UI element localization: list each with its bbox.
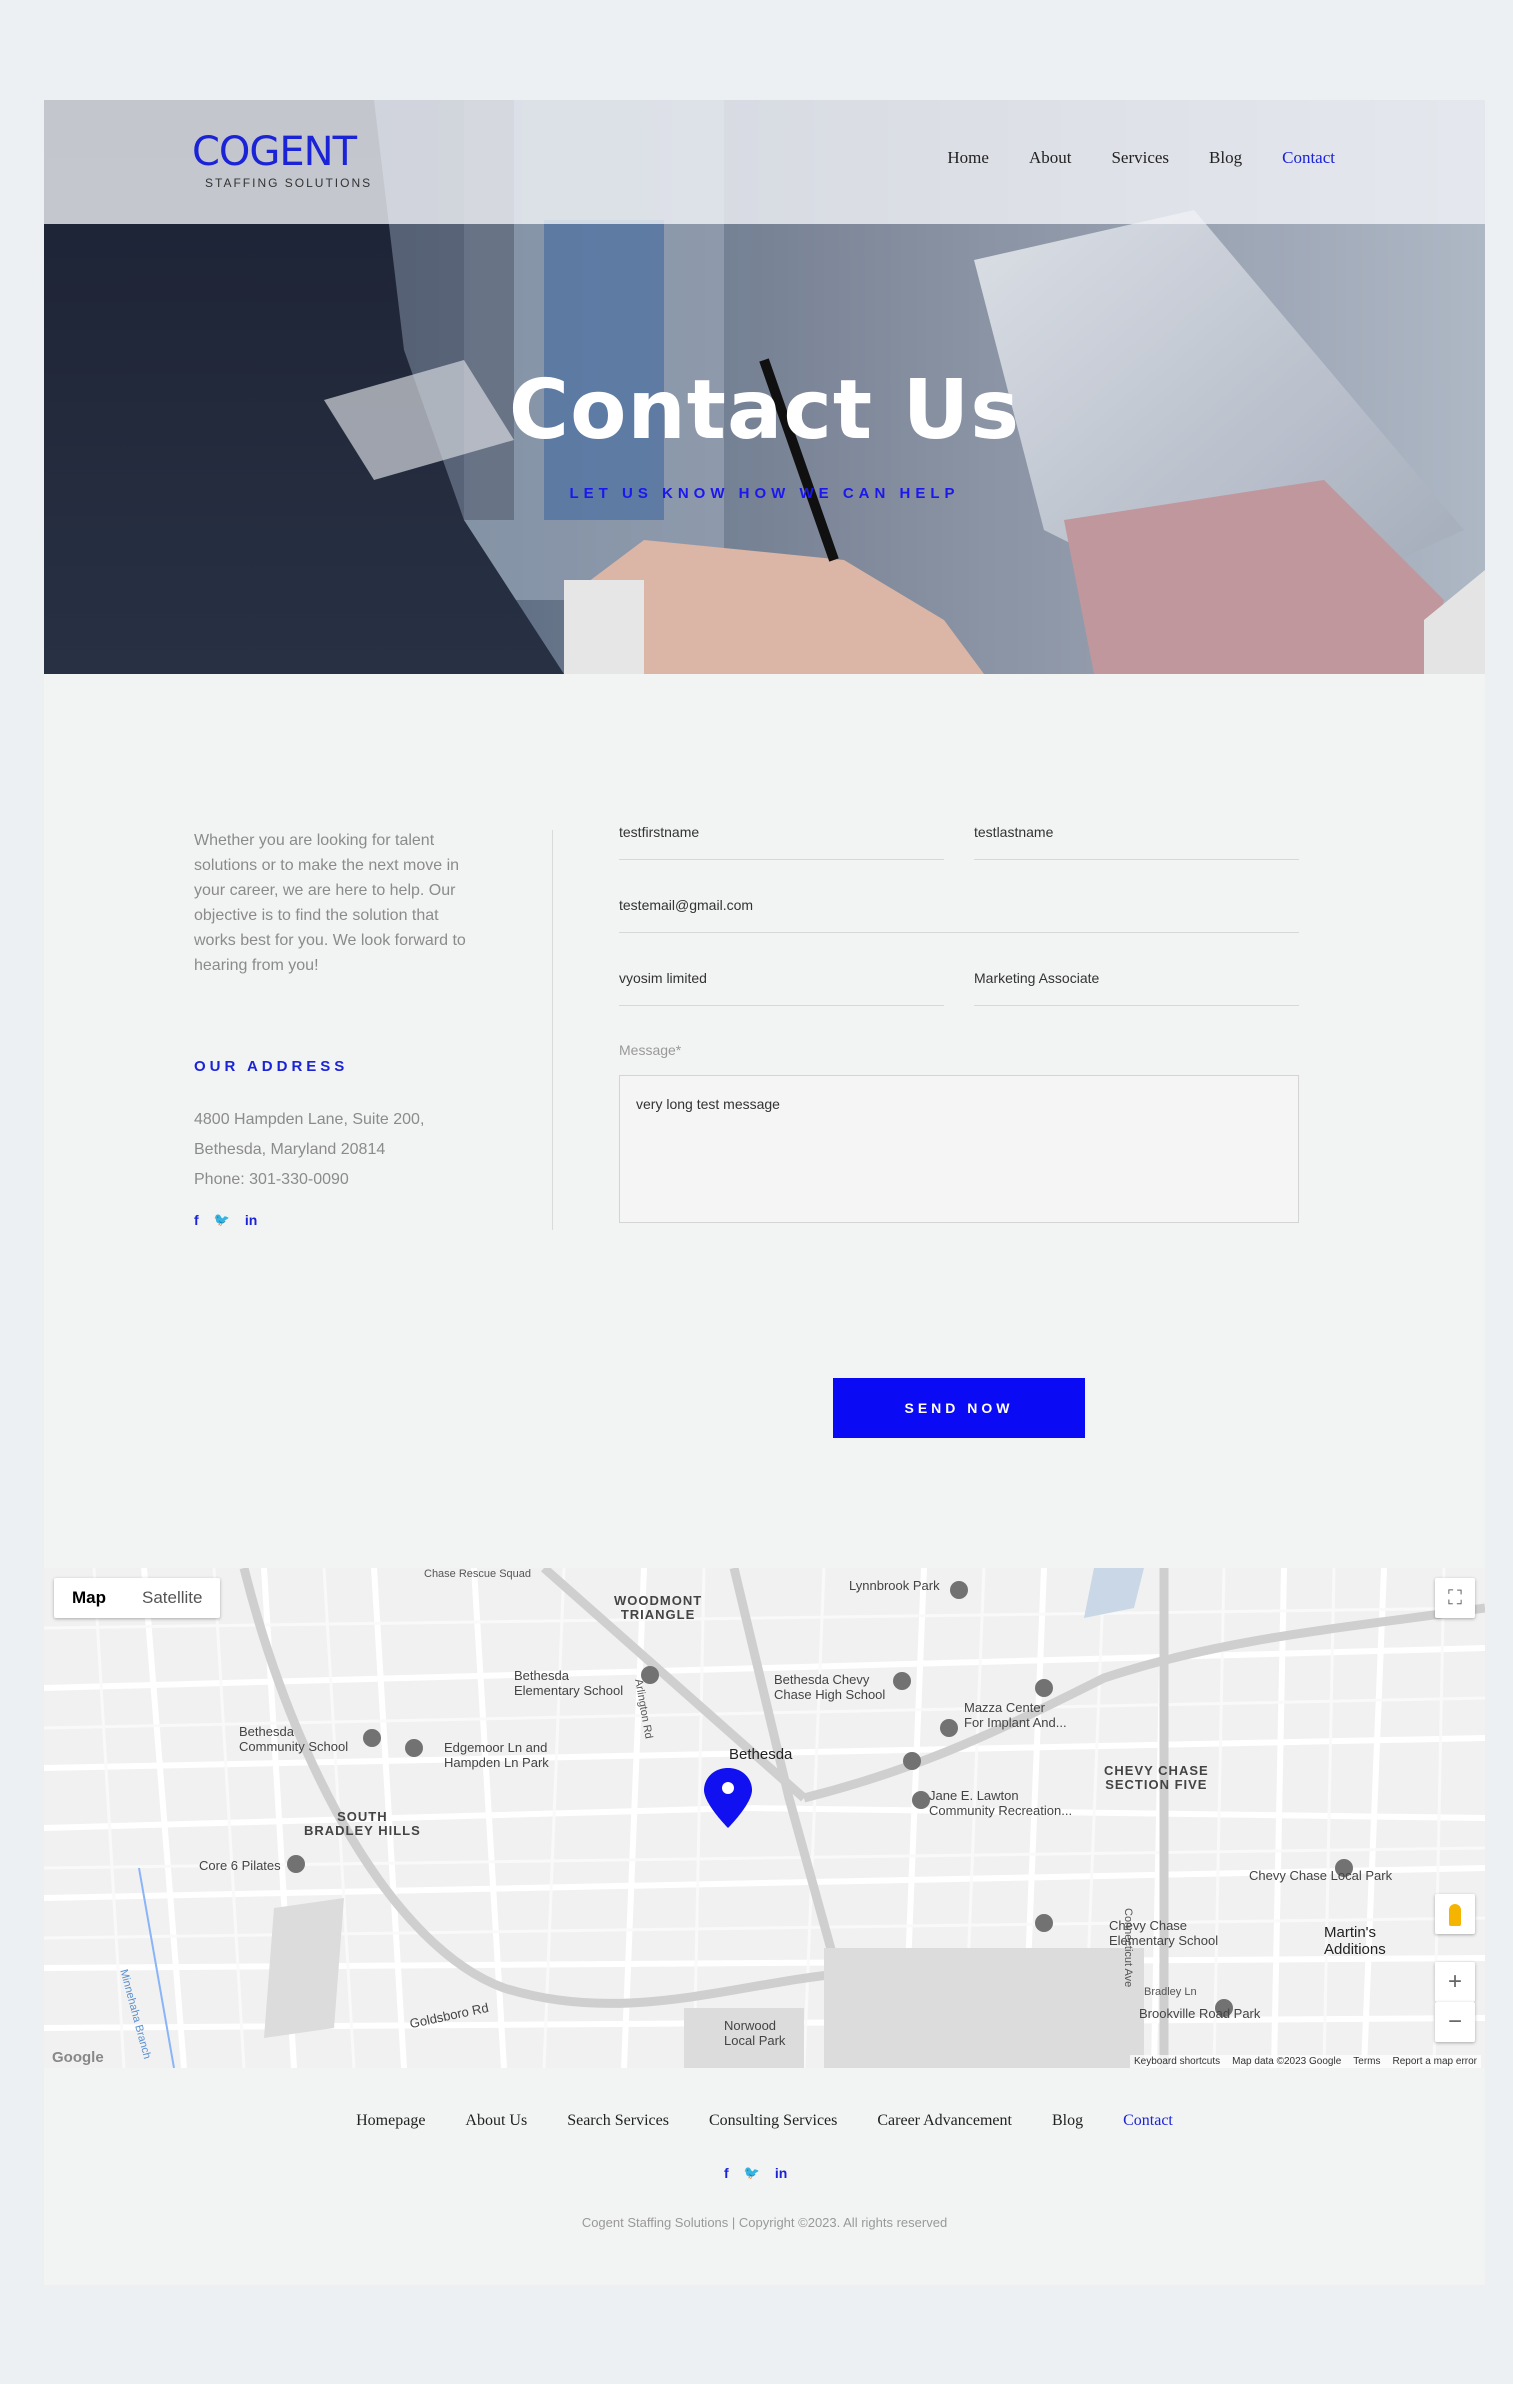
map-label-mazza: Mazza Center For Implant And... (964, 1700, 1067, 1730)
footer-nav-about-us[interactable]: About Us (465, 2112, 527, 2130)
nav-contact[interactable]: Contact (1282, 148, 1335, 168)
map-label-bethesda-chevy-chase: Bethesda Chevy Chase High School (774, 1672, 886, 1702)
hero: COGENT STAFFING SOLUTIONS Home About Ser… (44, 100, 1485, 674)
map-label-bradley-ln: Bradley Ln (1144, 1986, 1197, 1998)
footer-nav-search-services[interactable]: Search Services (567, 2112, 669, 2130)
page: COGENT STAFFING SOLUTIONS Home About Ser… (44, 100, 1485, 2285)
map-type-map-button[interactable]: Map (54, 1578, 124, 1618)
page-title: Contact Us (508, 363, 1021, 458)
zoom-out-button[interactable]: − (1435, 2002, 1475, 2042)
google-map[interactable]: WOODMONT TRIANGLE CHEVY CHASE SECTION FIVE… (44, 1568, 1485, 2068)
map-label-chevy-park: Chevy Chase Local Park (1249, 1868, 1393, 1883)
nav-home[interactable]: Home (947, 148, 989, 168)
footer-nav-contact[interactable]: Contact (1123, 2112, 1173, 2130)
copyright: Cogent Staffing Solutions | Copyright ©2… (581, 2215, 948, 2230)
zoom-in-button[interactable]: + (1435, 1962, 1475, 2002)
map-label-bethesda-community: Bethesda Community School (239, 1724, 349, 1754)
page-subtitle: LET US KNOW HOW WE CAN HELP (569, 485, 960, 502)
map-label-martins: Martin's Additions (1324, 1924, 1386, 1958)
company-input[interactable] (619, 970, 944, 986)
map-label-bethesda-elementary: Bethesda Elementary School (514, 1668, 624, 1698)
keyboard-shortcuts-link[interactable]: Keyboard shortcuts (1134, 2056, 1220, 2067)
map-label-chase-rescue: Chase Rescue Squad (424, 1568, 532, 1580)
map-label-edgemoor: Edgemoor Ln and Hampden Ln Park (444, 1740, 549, 1770)
nav-about[interactable]: About (1029, 148, 1072, 168)
map-data-credit: Map data ©2023 Google (1232, 2056, 1342, 2067)
address-phone[interactable]: Phone: 301-330-0090 (194, 1165, 424, 1195)
intro-text: Whether you are looking for talent solut… (194, 832, 466, 974)
linkedin-icon[interactable]: in (245, 1212, 257, 1228)
job-title-input[interactable] (974, 970, 1299, 986)
nav-blog[interactable]: Blog (1209, 148, 1242, 168)
facebook-icon[interactable]: f (194, 1212, 199, 1228)
map-label-core6: Core 6 Pilates (199, 1858, 281, 1873)
terms-link[interactable]: Terms (1353, 2056, 1380, 2067)
footer-twitter-icon[interactable]: 🐦 (744, 2165, 760, 2181)
job-title-field (974, 966, 1299, 1006)
column-divider (552, 830, 553, 1230)
last-name-field (974, 820, 1299, 860)
map-attribution: Keyboard shortcuts Map data ©2023 Google… (1129, 2055, 1481, 2068)
address-block: 4800 Hampden Lane, Suite 200, Bethesda, … (194, 1105, 424, 1195)
footer-nav-homepage[interactable]: Homepage (356, 2112, 425, 2130)
google-logo: Google (52, 2049, 104, 2066)
main-nav: Home About Services Blog Contact (947, 148, 1335, 168)
email-input[interactable] (619, 897, 1299, 913)
twitter-icon[interactable]: 🐦 (214, 1212, 230, 1228)
map-label-norwood: Norwood Local Park (724, 2018, 786, 2048)
map-label-south-bradley: SOUTH BRADLEY HILLS (304, 1809, 421, 1838)
logo[interactable]: COGENT STAFFING SOLUTIONS (192, 130, 392, 194)
map-streets (44, 1568, 1485, 2068)
pegman-icon[interactable] (1435, 1894, 1475, 1934)
address-line-2: Bethesda, Maryland 20814 (194, 1141, 386, 1158)
map-label-woodmont: WOODMONT TRIANGLE (614, 1593, 703, 1622)
map-label-chevy-chase: CHEVY CHASE SECTION FIVE (1104, 1763, 1209, 1792)
map-label-bethesda: Bethesda (729, 1746, 793, 1763)
footer-nav-consulting-services[interactable]: Consulting Services (709, 2112, 837, 2130)
footer-facebook-icon[interactable]: f (724, 2165, 729, 2181)
map-type-satellite-button[interactable]: Satellite (124, 1578, 220, 1618)
last-name-input[interactable] (974, 824, 1299, 840)
address-heading: OUR ADDRESS (194, 1058, 349, 1075)
map-label-lawton: Jane E. Lawton Community Recreation... (929, 1788, 1073, 1818)
map-label-connecticut: Connecticut Ave (1122, 1908, 1134, 1988)
email-field (619, 893, 1299, 933)
send-now-button[interactable]: SEND NOW (833, 1378, 1085, 1438)
contact-social-links: f 🐦 in (194, 1212, 257, 1228)
report-error-link[interactable]: Report a map error (1393, 2056, 1477, 2067)
footer-linkedin-icon[interactable]: in (775, 2165, 787, 2181)
nav-services[interactable]: Services (1111, 148, 1169, 168)
map-label-brookville: Brookville Road Park (1139, 2006, 1261, 2021)
footer-nav: Homepage About Us Search Services Consul… (44, 2112, 1485, 2130)
address-line-1: 4800 Hampden Lane, Suite 200, (194, 1111, 425, 1128)
footer-nav-career-advancement[interactable]: Career Advancement (877, 2112, 1012, 2130)
site-header: COGENT STAFFING SOLUTIONS Home About Ser… (44, 100, 1485, 224)
logo-tagline: STAFFING SOLUTIONS (205, 176, 373, 190)
message-textarea[interactable] (619, 1075, 1299, 1223)
map-label-lynnbrook: Lynnbrook Park (849, 1578, 940, 1593)
message-label: Message* (619, 1042, 682, 1058)
logo-wordmark: COGENT (192, 129, 357, 175)
footer-social-links: f 🐦 in (724, 2165, 787, 2181)
first-name-input[interactable] (619, 824, 944, 840)
fullscreen-icon[interactable]: ⛶ (1435, 1578, 1475, 1618)
footer-nav-blog[interactable]: Blog (1052, 2112, 1083, 2130)
first-name-field (619, 820, 944, 860)
map-type-control: Map Satellite (54, 1578, 221, 1618)
company-field (619, 966, 944, 1006)
